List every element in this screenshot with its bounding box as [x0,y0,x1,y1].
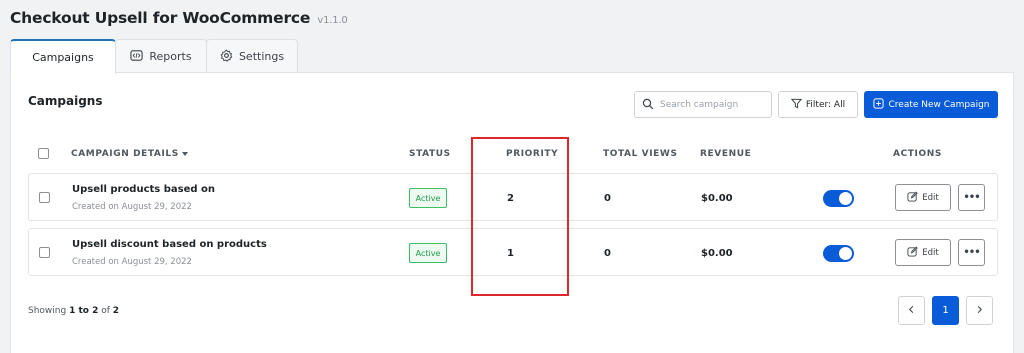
edit-icon [907,246,918,260]
filter-icon [790,98,803,112]
column-header-campaign-details[interactable]: CAMPAIGN DETAILS [71,149,188,159]
column-header-status: STATUS [409,149,451,159]
table-row: Upsell discount based on products Create… [28,228,998,276]
total-views-value: 0 [604,248,611,259]
next-page-button[interactable] [966,296,993,325]
create-campaign-label: Create New Campaign [888,99,990,110]
column-header-campaign-details-label: CAMPAIGN DETAILS [71,149,179,159]
revenue-value: $0.00 [701,248,733,259]
revenue-value: $0.00 [701,193,733,204]
priority-value: 1 [507,248,514,259]
select-all-checkbox[interactable] [38,148,49,159]
app-title: Checkout Upsell for WooCommerce v1.1.0 [10,9,348,27]
column-header-revenue: REVENUE [700,149,752,159]
showing-prefix: Showing [28,306,67,316]
plus-square-icon [872,97,884,112]
campaign-enabled-toggle[interactable] [823,245,854,262]
panel-title: Campaigns [28,94,103,108]
campaign-name[interactable]: Upsell discount based on products [72,239,267,250]
search-box[interactable] [634,91,772,118]
showing-range: 1 to 2 [69,306,99,316]
row-checkbox[interactable] [39,247,50,258]
search-icon [642,95,654,114]
row-checkbox[interactable] [39,192,50,203]
column-header-actions: ACTIONS [893,149,942,159]
chevron-left-icon [907,305,916,317]
edit-button[interactable]: Edit [895,184,951,211]
more-actions-button[interactable]: ••• [958,184,985,211]
edit-label: Edit [922,192,939,203]
edit-icon [907,191,918,205]
tab-campaigns-label: Campaigns [32,51,94,64]
campaign-created-date: Created on August 29, 2022 [72,202,192,212]
campaign-name[interactable]: Upsell products based on [72,184,215,195]
app-title-text: Checkout Upsell for WooCommerce [10,9,311,27]
search-input[interactable] [660,99,760,110]
status-badge: Active [409,243,447,263]
edit-label: Edit [922,247,939,258]
showing-total: 2 [112,306,120,316]
tab-bar: Campaigns Reports Settings [10,39,298,74]
gear-icon [220,49,233,65]
more-actions-button[interactable]: ••• [958,239,985,266]
total-views-value: 0 [604,193,611,204]
priority-value: 2 [507,193,514,204]
filter-button[interactable]: Filter: All [778,91,858,118]
pagination-summary: Showing 1 to 2 of 2 [28,306,119,316]
sort-down-icon [181,151,188,156]
version-label: v1.1.0 [317,15,348,26]
filter-label: Filter: All [805,99,846,110]
chevron-right-icon [975,305,984,317]
create-campaign-button[interactable]: Create New Campaign [864,91,998,118]
campaign-enabled-toggle[interactable] [823,190,854,207]
prev-page-button[interactable] [898,296,925,325]
toggle-knob [839,247,852,260]
showing-of: of [101,306,110,316]
campaign-created-date: Created on August 29, 2022 [72,257,192,267]
toggle-knob [839,192,852,205]
tab-settings[interactable]: Settings [206,39,298,73]
status-badge: Active [409,188,447,208]
table-row: Upsell products based on Created on Augu… [28,173,998,221]
tab-reports-label: Reports [149,50,192,63]
page-1-button[interactable]: 1 [932,296,959,325]
column-header-priority: PRIORITY [506,149,559,159]
edit-button[interactable]: Edit [895,239,951,266]
reports-icon [130,49,144,65]
campaigns-panel: Campaigns Filter: All Create New Campaig… [10,72,1014,353]
tab-reports[interactable]: Reports [115,39,207,73]
tab-campaigns[interactable]: Campaigns [10,39,116,74]
tab-settings-label: Settings [238,50,285,63]
column-header-total-views: TOTAL VIEWS [603,149,678,159]
